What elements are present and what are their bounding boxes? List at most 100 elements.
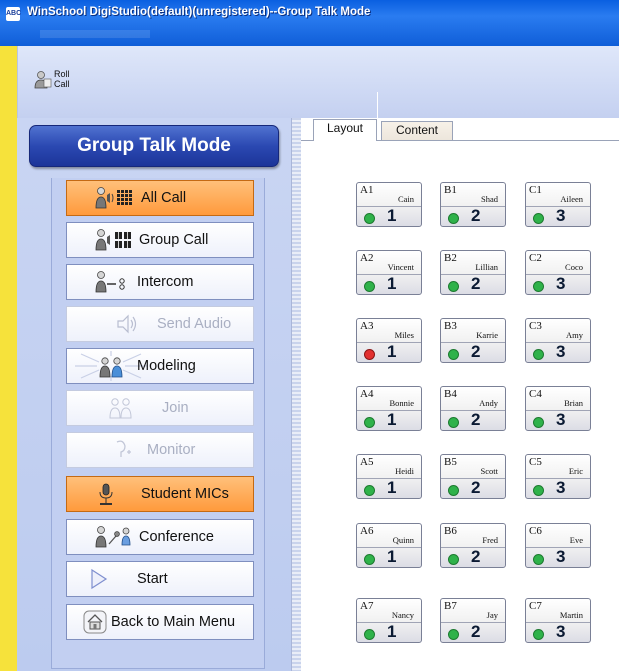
roll-call-label-line1: Roll xyxy=(54,69,70,79)
student-name: Lillian xyxy=(475,262,498,272)
group-number: 1 xyxy=(387,206,397,225)
seat-header: C7 Martin xyxy=(526,599,590,623)
conference-button[interactable]: Conference xyxy=(66,519,254,555)
conference-label: Conference xyxy=(139,529,214,545)
student-seat-a6[interactable]: A6 Quinn 1 xyxy=(356,523,422,568)
back-to-main-menu-button[interactable]: Back to Main Menu xyxy=(66,604,254,640)
send-audio-button[interactable]: Send Audio xyxy=(66,306,254,342)
student-seat-a3[interactable]: A3 Miles 1 xyxy=(356,318,422,363)
group-number: 3 xyxy=(556,342,566,361)
student-name: Coco xyxy=(565,262,583,272)
seat-id: A3 xyxy=(360,320,374,332)
all-call-label: All Call xyxy=(141,190,187,206)
student-seat-a2[interactable]: A2 Vincent 1 xyxy=(356,250,422,295)
app-window: ABC WinSchool DigiStudio(default)(unregi… xyxy=(0,0,619,671)
title-bar-shade xyxy=(40,30,150,38)
student-seat-c2[interactable]: C2 Coco 3 xyxy=(525,250,591,295)
student-seat-c5[interactable]: C5 Eric 3 xyxy=(525,454,591,499)
monitor-button[interactable]: Monitor xyxy=(66,432,254,468)
student-seat-a4[interactable]: A4 Bonnie 1 xyxy=(356,386,422,431)
tab-layout[interactable]: Layout xyxy=(313,119,377,141)
status-indicator-icon xyxy=(448,213,459,224)
seat-id: C1 xyxy=(529,184,542,196)
group-number: 1 xyxy=(387,547,397,566)
student-mics-button[interactable]: Student MICs xyxy=(66,476,254,512)
group-number: 1 xyxy=(387,274,397,293)
roll-call-label-line2: Call xyxy=(54,79,70,89)
student-name: Heidi xyxy=(395,466,414,476)
student-seat-c7[interactable]: C7 Martin 3 xyxy=(525,598,591,643)
student-seat-b1[interactable]: B1 Shad 2 xyxy=(440,182,506,227)
student-seat-b7[interactable]: B7 Jay 2 xyxy=(440,598,506,643)
student-seat-b4[interactable]: B4 Andy 2 xyxy=(440,386,506,431)
seat-header: B3 Karrie xyxy=(441,319,505,343)
group-number: 3 xyxy=(556,622,566,641)
student-name: Shad xyxy=(481,194,498,204)
microphone-icon xyxy=(99,483,113,505)
seat-id: A6 xyxy=(360,525,374,537)
status-indicator-icon xyxy=(364,485,375,496)
roll-call-button[interactable]: Roll Call xyxy=(34,68,74,94)
seat-id: A7 xyxy=(360,600,374,612)
title-bar[interactable]: ABC WinSchool DigiStudio(default)(unregi… xyxy=(0,0,619,46)
play-icon xyxy=(91,568,108,590)
join-button[interactable]: Join xyxy=(66,390,254,426)
seat-header: A7 Nancy xyxy=(357,599,421,623)
seat-header: A5 Heidi xyxy=(357,455,421,479)
student-seat-a5[interactable]: A5 Heidi 1 xyxy=(356,454,422,499)
group-number: 1 xyxy=(387,342,397,361)
student-name: Cain xyxy=(397,194,414,204)
student-seat-c3[interactable]: C3 Amy 3 xyxy=(525,318,591,363)
intercom-button[interactable]: Intercom xyxy=(66,264,254,300)
student-seat-b2[interactable]: B2 Lillian 2 xyxy=(440,250,506,295)
status-indicator-icon xyxy=(448,485,459,496)
seat-id: B1 xyxy=(444,184,457,196)
roll-call-label: Roll Call xyxy=(54,69,70,89)
seat-header: C3 Amy xyxy=(526,319,590,343)
toolbar-separator xyxy=(377,92,378,118)
status-indicator-icon xyxy=(533,213,544,224)
student-seat-a7[interactable]: A7 Nancy 1 xyxy=(356,598,422,643)
student-seat-c1[interactable]: C1 Aileen 3 xyxy=(525,182,591,227)
student-name: Andy xyxy=(479,398,498,408)
all-call-button[interactable]: All Call xyxy=(66,180,254,216)
status-indicator-icon xyxy=(533,349,544,360)
seat-id: B2 xyxy=(444,252,457,264)
student-seat-b6[interactable]: B6 Fred 2 xyxy=(440,523,506,568)
status-indicator-icon xyxy=(533,554,544,565)
all-call-icon xyxy=(95,187,132,209)
student-seat-c6[interactable]: C6 Eve 3 xyxy=(525,523,591,568)
modeling-button[interactable]: Modeling xyxy=(66,348,254,384)
student-seat-b3[interactable]: B3 Karrie 2 xyxy=(440,318,506,363)
tab-content[interactable]: Content xyxy=(381,121,453,140)
seat-id: A1 xyxy=(360,184,374,196)
status-indicator-icon xyxy=(448,629,459,640)
group-number: 2 xyxy=(471,478,481,497)
send-audio-label: Send Audio xyxy=(157,316,232,332)
group-number: 3 xyxy=(556,206,566,225)
group-call-button[interactable]: Group Call xyxy=(66,222,254,258)
layout-panel: Layout Content A1 Cain 1 B1 Shad 2 C1 Aileen 3 A2… xyxy=(301,118,619,671)
status-indicator-icon xyxy=(533,485,544,496)
student-name: Miles xyxy=(394,330,414,340)
status-indicator-icon xyxy=(448,554,459,565)
start-label: Start xyxy=(137,571,168,587)
seat-header: C5 Eric xyxy=(526,455,590,479)
monitor-label: Monitor xyxy=(147,442,196,458)
seat-header: B7 Jay xyxy=(441,599,505,623)
join-label: Join xyxy=(162,400,189,416)
student-name: Eve xyxy=(569,535,583,545)
seat-id: B5 xyxy=(444,456,457,468)
group-number: 2 xyxy=(471,206,481,225)
student-seat-a1[interactable]: A1 Cain 1 xyxy=(356,182,422,227)
app-icon: ABC xyxy=(6,7,21,21)
modeling-label: Modeling xyxy=(137,358,196,374)
student-name: Brian xyxy=(564,398,583,408)
seat-id: C7 xyxy=(529,600,542,612)
student-seat-c4[interactable]: C4 Brian 3 xyxy=(525,386,591,431)
student-seat-b5[interactable]: B5 Scott 2 xyxy=(440,454,506,499)
group-number: 2 xyxy=(471,342,481,361)
seat-header: A1 Cain xyxy=(357,183,421,207)
seat-header: A4 Bonnie xyxy=(357,387,421,411)
start-button[interactable]: Start xyxy=(66,561,254,597)
